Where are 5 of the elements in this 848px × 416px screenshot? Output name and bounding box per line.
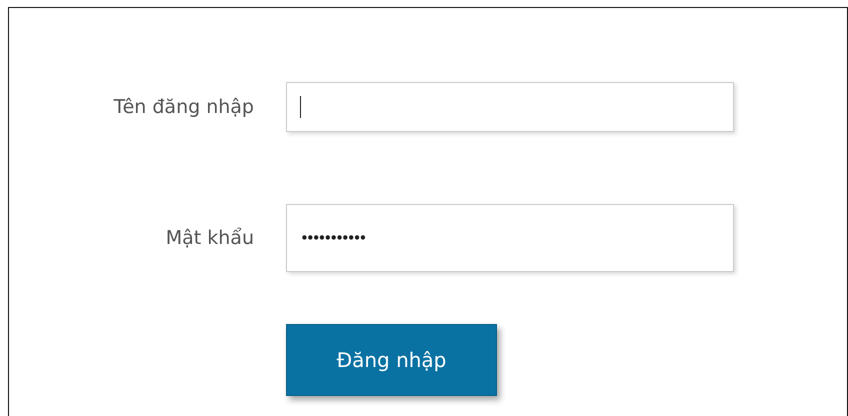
login-button[interactable]: Đăng nhập bbox=[286, 324, 497, 396]
password-field[interactable]: ••••••••••• bbox=[286, 204, 734, 272]
username-field[interactable] bbox=[286, 82, 734, 132]
field-label: Mật khẩu bbox=[164, 227, 255, 249]
field-label: Tên đăng nhập bbox=[112, 96, 255, 118]
